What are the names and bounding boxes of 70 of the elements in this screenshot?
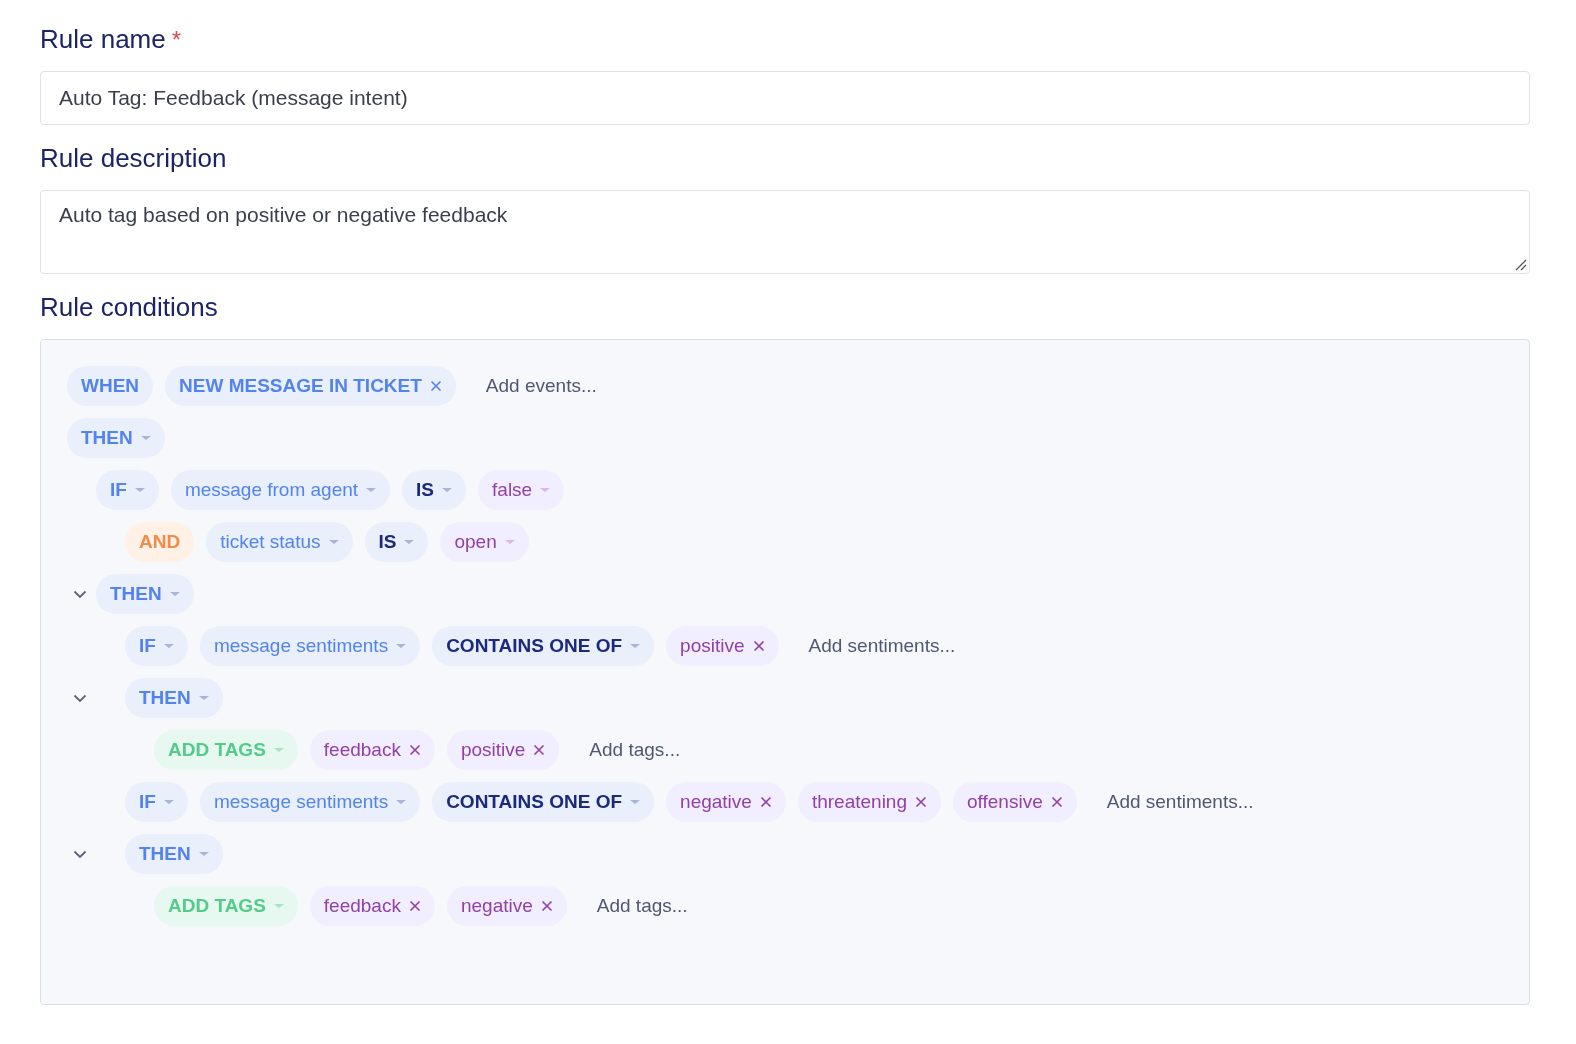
close-icon[interactable]	[408, 744, 421, 756]
chevron-icon[interactable]	[73, 694, 87, 703]
caret-icon[interactable]	[366, 488, 377, 492]
close-icon[interactable]	[759, 796, 772, 808]
close-icon[interactable]	[408, 900, 421, 912]
condition-chip[interactable]: IS	[364, 522, 429, 562]
condition-chip[interactable]: message sentiments	[199, 782, 421, 822]
rule-name-input[interactable]: Auto Tag: Feedback (message intent)	[40, 71, 1530, 125]
condition-chip[interactable]: negative	[666, 782, 786, 822]
close-icon[interactable]	[540, 900, 553, 912]
add-input[interactable]: Add tags...	[589, 739, 681, 761]
caret-icon[interactable]	[198, 852, 209, 856]
caret-icon[interactable]	[198, 696, 209, 700]
caret-icon[interactable]	[134, 488, 145, 492]
caret-icon[interactable]	[404, 540, 415, 544]
condition-chip[interactable]: message sentiments	[199, 626, 421, 666]
add-input[interactable]: Add tags...	[596, 895, 688, 917]
condition-chip[interactable]: message from agent	[170, 470, 391, 510]
close-icon[interactable]	[915, 796, 927, 808]
caret-icon[interactable]	[396, 644, 407, 648]
caret-icon[interactable]	[630, 644, 641, 648]
condition-chip[interactable]: THEN	[96, 574, 194, 614]
caret-icon[interactable]	[163, 800, 174, 804]
condition-chip[interactable]: offensive	[953, 782, 1077, 822]
chevron-icon[interactable]	[73, 590, 87, 599]
field-label: Rule description	[40, 143, 227, 174]
condition-chip[interactable]: THEN	[125, 678, 223, 718]
condition-chip[interactable]: IF	[125, 626, 188, 666]
rule-description-textarea[interactable]: Auto tag based on positive or negative feedback	[40, 190, 1530, 274]
caret-icon[interactable]	[442, 488, 453, 492]
field-label: Rule name	[40, 24, 166, 55]
condition-chip[interactable]: positive	[446, 730, 560, 770]
caret-icon[interactable]	[273, 904, 284, 908]
close-icon[interactable]	[752, 640, 765, 652]
add-input[interactable]: Add events...	[485, 375, 597, 397]
caret-icon[interactable]	[169, 592, 180, 596]
caret-icon[interactable]	[140, 436, 151, 440]
close-icon[interactable]	[1050, 796, 1063, 808]
close-icon[interactable]	[429, 380, 442, 392]
add-input[interactable]: Add sentiments...	[808, 635, 956, 657]
condition-chip[interactable]: CONTAINS ONE OF	[432, 626, 655, 666]
close-icon[interactable]	[533, 744, 546, 756]
caret-icon[interactable]	[396, 800, 407, 804]
add-input[interactable]: Add sentiments...	[1106, 791, 1254, 813]
field-label: Rule conditions	[40, 292, 218, 323]
resize-handle-icon[interactable]	[1513, 257, 1527, 271]
condition-chip[interactable]: ticket status	[206, 522, 353, 562]
condition-chip[interactable]: THEN	[67, 418, 165, 458]
condition-chip[interactable]: open	[440, 522, 529, 562]
caret-icon[interactable]	[163, 644, 174, 648]
condition-chip[interactable]: threatening	[797, 782, 941, 822]
condition-chip[interactable]: IS	[402, 470, 467, 510]
condition-chip[interactable]: WHEN	[67, 366, 154, 406]
condition-chip[interactable]: CONTAINS ONE OF	[432, 782, 655, 822]
condition-chip[interactable]: false	[478, 470, 565, 510]
condition-chip[interactable]: negative	[446, 886, 567, 926]
caret-icon[interactable]	[504, 540, 515, 544]
required-mark: *	[171, 26, 182, 54]
caret-icon[interactable]	[328, 540, 339, 544]
condition-chip[interactable]: IF	[96, 470, 159, 510]
caret-icon[interactable]	[540, 488, 551, 492]
condition-chip[interactable]: feedback	[309, 886, 435, 926]
condition-chip[interactable]: feedback	[309, 730, 435, 770]
condition-chip[interactable]: THEN	[125, 834, 223, 874]
caret-icon[interactable]	[630, 800, 641, 804]
condition-chip[interactable]: positive	[666, 626, 779, 666]
caret-icon[interactable]	[273, 748, 284, 752]
condition-chip[interactable]: IF	[125, 782, 188, 822]
chevron-icon[interactable]	[73, 850, 87, 859]
condition-chip[interactable]: NEW MESSAGE IN TICKET	[165, 366, 456, 406]
